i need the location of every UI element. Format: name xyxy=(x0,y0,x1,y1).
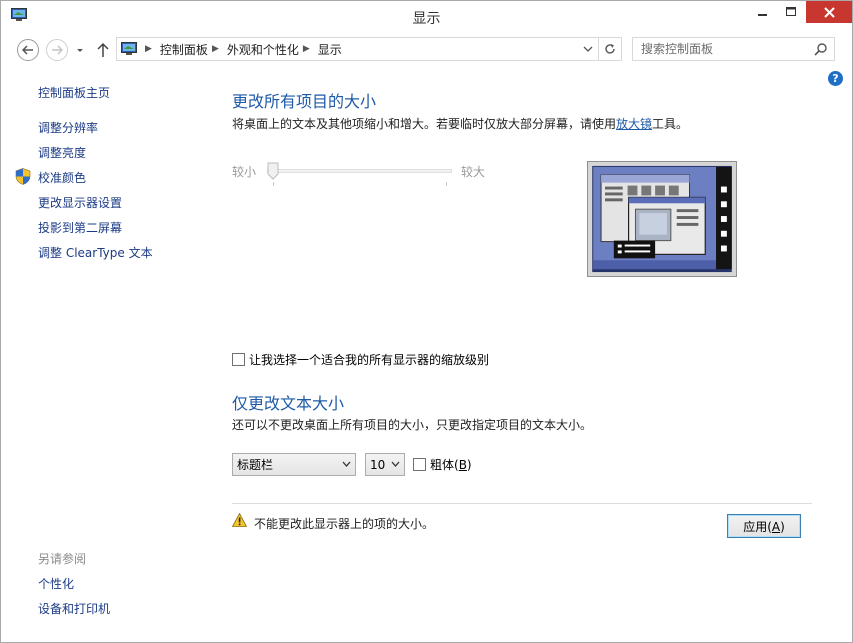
apply-label-suffix: ) xyxy=(780,519,785,534)
slider-tick xyxy=(446,182,447,186)
breadcrumb: ▶ 控制面板 ▶ 外观和个性化 ▶ 显示 xyxy=(141,38,342,60)
help-icon[interactable]: ? xyxy=(828,71,843,86)
custom-scaling-label: 让我选择一个适合我的所有显示器的缩放级别 xyxy=(249,353,490,367)
maximize-button[interactable] xyxy=(777,1,804,23)
address-history-button[interactable] xyxy=(579,38,597,60)
maximize-icon xyxy=(785,7,796,16)
sidebar-item-resolution[interactable]: 调整分辨率 xyxy=(38,119,98,136)
display-window: 显示 ▶ 控制面板 ▶ 外观和个性化 ▶ 显示 搜索控制面板 ? 控制面板主页 … xyxy=(0,0,853,643)
description-text: 将桌面上的文本及其他项缩小和增大。若要临时仅放大部分屏幕，请使用 xyxy=(232,117,617,131)
up-arrow-icon[interactable] xyxy=(96,41,110,59)
navigation-bar: ▶ 控制面板 ▶ 外观和个性化 ▶ 显示 xyxy=(1,35,852,63)
shield-icon xyxy=(15,168,31,185)
see-also-heading: 另请参阅 xyxy=(38,552,87,566)
slider-max-label: 较大 xyxy=(461,165,486,179)
control-panel-icon xyxy=(121,42,137,55)
sidebar-item-calibrate-color[interactable]: 校准颜色 xyxy=(38,169,86,186)
sidebar-item-cleartype[interactable]: 调整 ClearType 文本 xyxy=(38,244,153,261)
minimize-button[interactable] xyxy=(749,1,777,23)
size-slider-thumb[interactable] xyxy=(267,162,279,180)
minimize-icon xyxy=(758,14,767,16)
refresh-icon xyxy=(605,44,615,54)
slider-min-label: 较小 xyxy=(232,165,257,179)
bold-checkbox[interactable] xyxy=(413,458,426,471)
bold-label-prefix: 粗体( xyxy=(430,458,459,472)
description-text-end: 工具。 xyxy=(652,117,689,131)
apply-label-prefix: 应用( xyxy=(743,519,772,534)
chevron-right-icon[interactable]: ▶ xyxy=(303,44,310,54)
section-title-text-only: 仅更改文本大小 xyxy=(232,394,345,413)
chevron-right-icon[interactable]: ▶ xyxy=(212,44,219,54)
see-also-personalization-link[interactable]: 个性化 xyxy=(38,575,74,592)
size-slider-track[interactable] xyxy=(267,169,452,173)
custom-scaling-checkbox[interactable] xyxy=(232,353,245,366)
chevron-down-icon xyxy=(391,461,400,467)
back-button[interactable] xyxy=(17,39,39,61)
slider-tick xyxy=(273,182,274,186)
magnifier-link[interactable]: 放大镜 xyxy=(616,117,652,131)
custom-scaling-option[interactable]: 让我选择一个适合我的所有显示器的缩放级别 xyxy=(232,351,489,368)
font-size-select-value: 10 xyxy=(370,457,386,472)
forward-button[interactable] xyxy=(46,39,68,61)
see-also-devices-printers-link[interactable]: 设备和打印机 xyxy=(38,600,110,617)
close-button[interactable] xyxy=(806,1,852,23)
bold-accesskey: B xyxy=(458,458,467,472)
search-box[interactable] xyxy=(632,37,835,61)
sidebar-item-project-second-screen[interactable]: 投影到第二屏幕 xyxy=(38,219,122,236)
search-icon[interactable] xyxy=(814,42,828,56)
refresh-button[interactable] xyxy=(598,38,621,60)
window-title: 显示 xyxy=(412,11,441,27)
sidebar-item-brightness[interactable]: 调整亮度 xyxy=(38,144,86,161)
forward-arrow-icon xyxy=(52,45,63,55)
breadcrumb-control-panel[interactable]: 控制面板 xyxy=(160,41,208,58)
section-description-all-items: 将桌面上的文本及其他项缩小和增大。若要临时仅放大部分屏幕，请使用放大镜工具。 xyxy=(232,115,688,132)
warning-icon xyxy=(232,513,247,527)
item-select[interactable]: 标题栏 xyxy=(232,453,356,476)
warning-message: 不能更改此显示器上的项的大小。 xyxy=(254,517,435,531)
bold-option[interactable]: 粗体(B) xyxy=(413,456,472,473)
left-pane: 控制面板主页 调整分辨率 调整亮度 校准颜色 更改显示器设置 投影到第二屏幕 调… xyxy=(1,71,216,631)
section-title-all-items: 更改所有项目的大小 xyxy=(232,92,377,111)
address-bar[interactable]: ▶ 控制面板 ▶ 外观和个性化 ▶ 显示 xyxy=(116,37,622,61)
back-arrow-icon xyxy=(22,45,33,55)
control-panel-home-link[interactable]: 控制面板主页 xyxy=(38,84,110,101)
chevron-down-icon xyxy=(583,46,593,52)
item-select-value: 标题栏 xyxy=(237,458,274,472)
apply-accesskey: A xyxy=(771,519,781,534)
close-icon xyxy=(823,6,835,18)
apply-label: 应用(A) xyxy=(743,518,785,535)
font-size-select[interactable]: 10 xyxy=(365,453,405,476)
chevron-down-icon xyxy=(342,461,351,467)
title-bar: 显示 xyxy=(1,1,852,31)
chevron-down-icon[interactable] xyxy=(74,43,86,57)
breadcrumb-appearance[interactable]: 外观和个性化 xyxy=(227,41,299,58)
breadcrumb-display[interactable]: 显示 xyxy=(318,41,342,58)
apply-button[interactable]: 应用(A) xyxy=(727,514,801,538)
divider xyxy=(232,503,812,504)
sidebar-item-display-settings[interactable]: 更改显示器设置 xyxy=(38,194,122,211)
bold-label-suffix: ) xyxy=(466,458,472,472)
display-preview-image xyxy=(587,161,737,277)
bold-label: 粗体(B) xyxy=(430,456,472,473)
chevron-right-icon[interactable]: ▶ xyxy=(145,44,152,54)
search-input[interactable] xyxy=(641,41,801,57)
section-description-text-only: 还可以不更改桌面上所有项目的大小，只更改指定项目的文本大小。 xyxy=(232,418,593,432)
